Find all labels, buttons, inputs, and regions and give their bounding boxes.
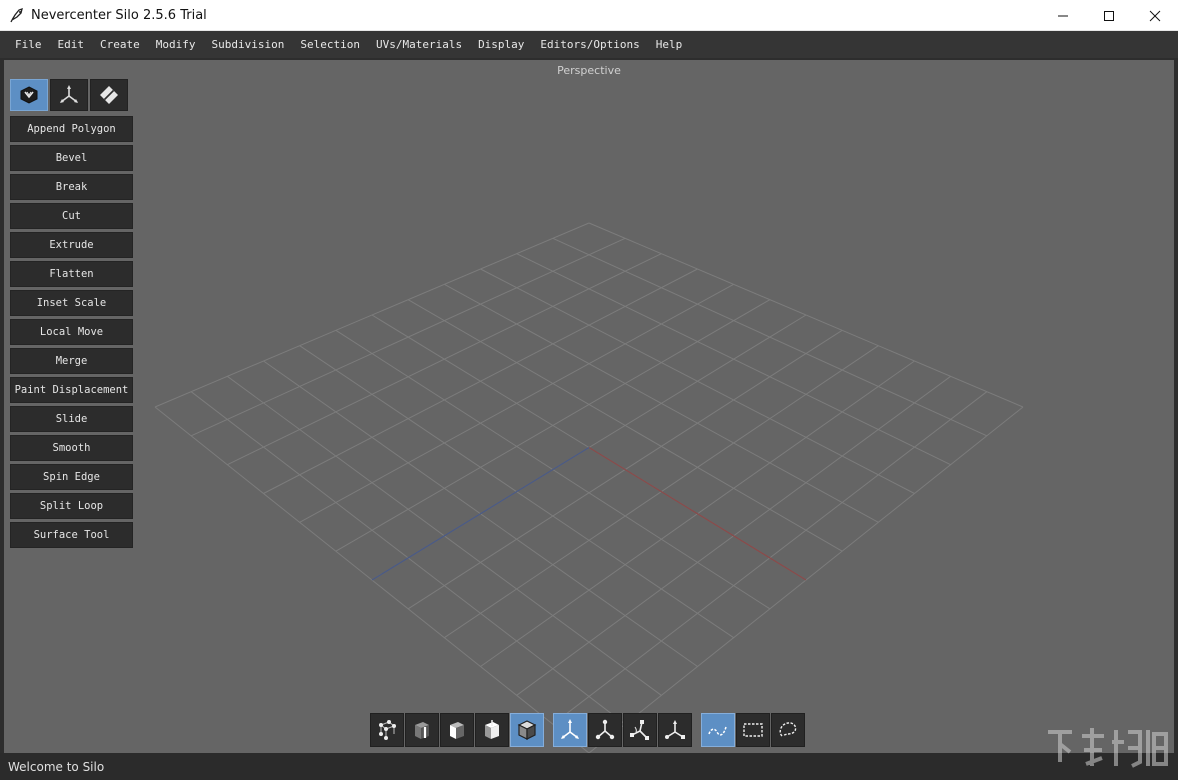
menu-selection[interactable]: Selection bbox=[300, 38, 360, 51]
solid-object-select-button[interactable] bbox=[510, 713, 544, 747]
menu-edit[interactable]: Edit bbox=[58, 38, 85, 51]
site-watermark-logo bbox=[1048, 728, 1168, 768]
rotate-manipulator-icon bbox=[595, 719, 615, 740]
break-button[interactable]: Break bbox=[10, 174, 133, 200]
move-manipulator-icon bbox=[561, 719, 579, 739]
toolbar-separator bbox=[693, 713, 701, 747]
face-select-icon bbox=[450, 722, 464, 739]
window-title: Nevercenter Silo 2.5.6 Trial bbox=[31, 7, 207, 23]
mode-toolbar bbox=[10, 79, 128, 111]
rotate-manipulator-button[interactable] bbox=[588, 713, 622, 747]
split-loop-button[interactable]: Split Loop bbox=[10, 493, 133, 519]
menu-file[interactable]: File bbox=[15, 38, 42, 51]
paint-displacement-button[interactable]: Paint Displacement bbox=[10, 377, 133, 403]
extrude-button[interactable]: Extrude bbox=[10, 232, 133, 258]
cut-button[interactable]: Cut bbox=[10, 203, 133, 229]
close-icon bbox=[1149, 10, 1161, 21]
edge-select-button[interactable] bbox=[405, 713, 439, 747]
title-bar: Nevercenter Silo 2.5.6 Trial bbox=[0, 0, 1178, 31]
spin-edge-button[interactable]: Spin Edge bbox=[10, 464, 133, 490]
object-select-icon bbox=[485, 720, 499, 739]
menu-create[interactable]: Create bbox=[100, 38, 140, 51]
scale-manipulator-button[interactable] bbox=[623, 713, 657, 747]
minimize-button[interactable] bbox=[1040, 0, 1086, 31]
ground-grid bbox=[154, 222, 1024, 753]
menu-editors-options[interactable]: Editors/Options bbox=[540, 38, 639, 51]
scale-manipulator-icon bbox=[630, 720, 649, 740]
move-manipulator-button[interactable] bbox=[553, 713, 587, 747]
lasso-select-icon bbox=[779, 722, 797, 737]
perspective-viewport[interactable]: Perspective bbox=[4, 60, 1174, 753]
menu-modify[interactable]: Modify bbox=[156, 38, 196, 51]
viewport-label: Perspective bbox=[557, 64, 621, 77]
toolbar-separator bbox=[545, 713, 553, 747]
append-polygon-button[interactable]: Append Polygon bbox=[10, 116, 133, 142]
inset-scale-button[interactable]: Inset Scale bbox=[10, 290, 133, 316]
object-mode-icon bbox=[20, 86, 38, 104]
rectangle-select-button[interactable] bbox=[736, 713, 770, 747]
menu-uvs-materials[interactable]: UVs/Materials bbox=[376, 38, 462, 51]
flatten-button[interactable]: Flatten bbox=[10, 261, 133, 287]
universal-manipulator-button[interactable] bbox=[658, 713, 692, 747]
bevel-button[interactable]: Bevel bbox=[10, 145, 133, 171]
maximize-button[interactable] bbox=[1086, 0, 1132, 31]
face-select-button[interactable] bbox=[440, 713, 474, 747]
vertex-select-icon bbox=[379, 720, 396, 740]
smooth-button[interactable]: Smooth bbox=[10, 435, 133, 461]
menu-help[interactable]: Help bbox=[656, 38, 683, 51]
object-mode-button[interactable] bbox=[10, 79, 48, 111]
rectangle-select-icon bbox=[743, 723, 763, 737]
universal-manipulator-icon bbox=[665, 720, 685, 739]
status-bar: Welcome to Silo bbox=[0, 753, 1178, 780]
paint-select-button[interactable] bbox=[701, 713, 735, 747]
object-select-button[interactable] bbox=[475, 713, 509, 747]
surface-tool-button[interactable]: Surface Tool bbox=[10, 522, 133, 548]
tool-list: Append Polygon Bevel Break Cut Extrude F… bbox=[10, 116, 133, 551]
menu-display[interactable]: Display bbox=[478, 38, 524, 51]
lasso-select-button[interactable] bbox=[771, 713, 805, 747]
vertex-select-button[interactable] bbox=[370, 713, 404, 747]
uv-mode-button[interactable] bbox=[90, 79, 128, 111]
slide-button[interactable]: Slide bbox=[10, 406, 133, 432]
status-message: Welcome to Silo bbox=[8, 759, 105, 774]
silo-app-icon bbox=[9, 7, 25, 23]
local-move-button[interactable]: Local Move bbox=[10, 319, 133, 345]
transform-mode-icon bbox=[60, 85, 78, 103]
menu-subdivision[interactable]: Subdivision bbox=[212, 38, 285, 51]
solid-object-select-icon bbox=[517, 720, 537, 740]
paint-select-icon bbox=[708, 726, 727, 736]
menu-bar: File Edit Create Modify Subdivision Sele… bbox=[0, 31, 1178, 58]
transform-mode-button[interactable] bbox=[50, 79, 88, 111]
minimize-icon bbox=[1058, 15, 1068, 16]
merge-button[interactable]: Merge bbox=[10, 348, 133, 374]
maximize-icon bbox=[1104, 10, 1114, 21]
edge-select-icon bbox=[415, 722, 429, 739]
bottom-toolbar bbox=[370, 713, 806, 747]
close-button[interactable] bbox=[1132, 0, 1178, 31]
uv-mode-icon bbox=[100, 86, 118, 104]
window-controls bbox=[1040, 0, 1178, 31]
